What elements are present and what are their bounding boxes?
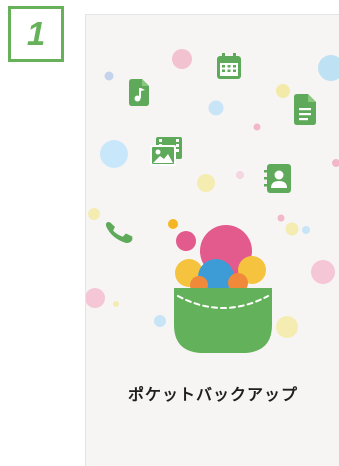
pocket-bag-logo: [174, 225, 272, 353]
app-title: ポケットバックアップ: [127, 385, 298, 404]
contact-book-icon: [264, 164, 291, 193]
document-icon: [294, 94, 316, 125]
music-note-icon: [129, 79, 149, 106]
photo-video-icon: [150, 137, 182, 166]
phone-splash-screen: ポケットバックアップ: [85, 14, 339, 466]
instruction-step-panel: 1 ポケットバックアップ: [0, 0, 339, 466]
calendar-icon: [217, 53, 241, 79]
phone-icon: [105, 221, 133, 244]
step-number-badge: 1: [8, 6, 64, 62]
